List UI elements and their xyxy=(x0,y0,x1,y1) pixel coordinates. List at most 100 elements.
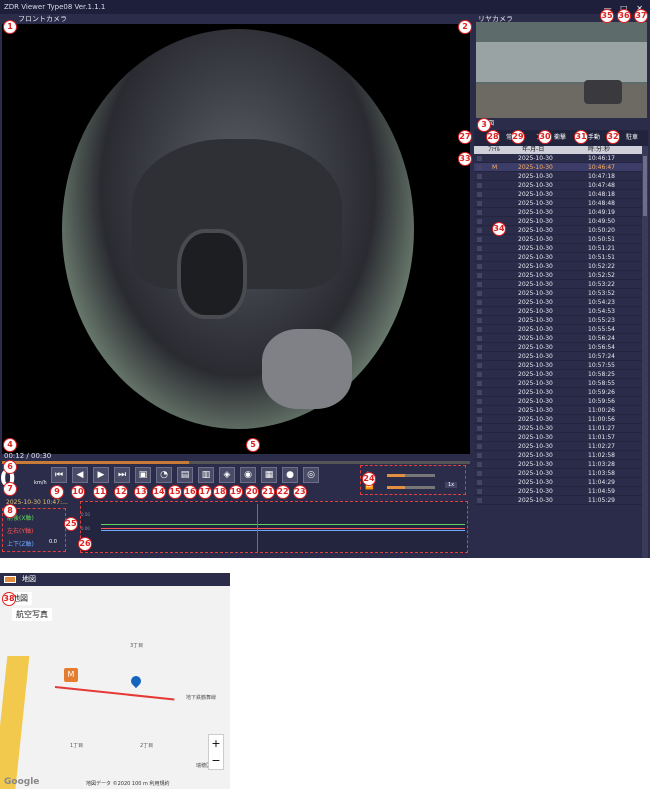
file-row[interactable]: 2025-10-30 10:47:18 xyxy=(474,172,642,181)
gsensor-z[interactable]: 上下(Z軸) xyxy=(7,539,34,548)
file-row[interactable]: 2025-10-30 10:52:52 xyxy=(474,271,642,280)
row-checkbox[interactable] xyxy=(477,435,482,440)
col-date[interactable]: 年-月-日 xyxy=(522,146,544,154)
file-row[interactable]: 2025-10-30 11:05:29 xyxy=(474,496,642,505)
row-checkbox[interactable] xyxy=(477,192,482,197)
row-checkbox[interactable] xyxy=(477,156,482,161)
playback-rate[interactable]: 1x xyxy=(445,482,458,488)
row-checkbox[interactable] xyxy=(477,201,482,206)
filter-impact[interactable]: 衝撃 xyxy=(554,132,566,144)
row-checkbox[interactable] xyxy=(477,426,482,431)
list-scrollbar[interactable] xyxy=(642,146,648,558)
file-row[interactable]: 2025-10-30 10:49:19 xyxy=(474,208,642,217)
frame-back-button[interactable]: ◀ xyxy=(72,467,88,483)
search-button[interactable]: ◔ xyxy=(156,467,172,483)
list-map-toggle[interactable]: 地図 xyxy=(474,118,648,130)
map-type-satellite[interactable]: 航空写真 xyxy=(12,608,52,621)
file-row[interactable]: 2025-10-30 10:59:56 xyxy=(474,397,642,406)
row-checkbox[interactable] xyxy=(477,300,482,305)
row-checkbox[interactable] xyxy=(477,228,482,233)
row-checkbox[interactable] xyxy=(477,363,482,368)
file-row[interactable]: 2025-10-30 11:01:57 xyxy=(474,433,642,442)
file-row[interactable]: 2025-10-30 11:02:27 xyxy=(474,442,642,451)
file-row[interactable]: 2025-10-30 10:54:53 xyxy=(474,307,642,316)
row-checkbox[interactable] xyxy=(477,327,482,332)
row-checkbox[interactable] xyxy=(477,264,482,269)
file-row[interactable]: 2025-10-30 10:51:21 xyxy=(474,244,642,253)
rear-camera-view[interactable] xyxy=(476,22,647,118)
file-row[interactable]: 2025-10-30 10:53:22 xyxy=(474,280,642,289)
save-button[interactable]: ▥ xyxy=(198,467,214,483)
row-checkbox[interactable] xyxy=(477,336,482,341)
file-row[interactable]: 2025-10-30 10:56:24 xyxy=(474,334,642,343)
row-checkbox[interactable] xyxy=(477,408,482,413)
file-row[interactable]: 2025-10-30 10:55:54 xyxy=(474,325,642,334)
file-row[interactable]: 2025-10-30 11:03:28 xyxy=(474,460,642,469)
file-row[interactable]: 2025-10-30 10:51:51 xyxy=(474,253,642,262)
file-row[interactable]: M 2025-10-30 10:46:47 xyxy=(474,163,642,172)
row-checkbox[interactable] xyxy=(477,273,482,278)
row-checkbox[interactable] xyxy=(477,381,482,386)
scroll-thumb[interactable] xyxy=(643,156,647,216)
file-row[interactable]: 2025-10-30 10:57:55 xyxy=(474,361,642,370)
file-row[interactable]: 2025-10-30 10:47:48 xyxy=(474,181,642,190)
row-checkbox[interactable] xyxy=(477,444,482,449)
row-checkbox[interactable] xyxy=(477,489,482,494)
file-row[interactable]: 2025-10-30 11:04:59 xyxy=(474,487,642,496)
row-checkbox[interactable] xyxy=(477,174,482,179)
row-checkbox[interactable] xyxy=(477,246,482,251)
seek-bar[interactable] xyxy=(2,461,470,464)
row-checkbox[interactable] xyxy=(477,390,482,395)
row-checkbox[interactable] xyxy=(477,210,482,215)
row-checkbox[interactable] xyxy=(477,219,482,224)
row-checkbox[interactable] xyxy=(477,471,482,476)
file-row[interactable]: 2025-10-30 11:03:58 xyxy=(474,469,642,478)
volume-track[interactable] xyxy=(405,474,435,477)
file-row[interactable]: 2025-10-30 10:58:55 xyxy=(474,379,642,388)
row-checkbox[interactable] xyxy=(477,309,482,314)
filter-manual[interactable]: 手動 xyxy=(588,132,600,144)
row-checkbox[interactable] xyxy=(477,318,482,323)
file-row[interactable]: 2025-10-30 10:46:17 xyxy=(474,154,642,163)
record-button[interactable]: ● xyxy=(282,467,298,483)
settings-button[interactable]: ▦ xyxy=(261,467,277,483)
row-checkbox[interactable] xyxy=(477,462,482,467)
row-checkbox[interactable] xyxy=(477,345,482,350)
file-row[interactable]: 2025-10-30 10:48:48 xyxy=(474,199,642,208)
row-checkbox[interactable] xyxy=(477,480,482,485)
zoom-button[interactable]: ◉ xyxy=(240,467,256,483)
col-file[interactable]: ﾌｧｲﾙ xyxy=(488,146,500,154)
front-camera-view[interactable] xyxy=(2,24,470,454)
manual-marker[interactable]: M xyxy=(64,668,78,682)
export-button[interactable]: ◈ xyxy=(219,467,235,483)
filter-parking[interactable]: 駐車 xyxy=(626,132,638,144)
file-row[interactable]: 2025-10-30 10:55:23 xyxy=(474,316,642,325)
gsensor-graph[interactable]: 0.50 0.00 -0.50 xyxy=(80,501,468,553)
row-checkbox[interactable] xyxy=(477,291,482,296)
row-checkbox[interactable] xyxy=(477,237,482,242)
row-checkbox[interactable] xyxy=(477,417,482,422)
print-button[interactable]: ▤ xyxy=(177,467,193,483)
snapshot-button[interactable]: ▣ xyxy=(135,467,151,483)
gsensor-y[interactable]: 左右(Y軸) xyxy=(7,526,33,535)
file-row[interactable]: 2025-10-30 10:52:22 xyxy=(474,262,642,271)
row-checkbox[interactable] xyxy=(477,399,482,404)
prev-file-button[interactable]: ⏮ xyxy=(51,467,67,483)
speed-slider[interactable] xyxy=(387,486,405,489)
file-row[interactable]: 2025-10-30 11:00:26 xyxy=(474,406,642,415)
col-time[interactable]: 時:分:秒 xyxy=(588,146,610,154)
file-row[interactable]: 2025-10-30 10:50:51 xyxy=(474,235,642,244)
row-checkbox[interactable] xyxy=(477,372,482,377)
graph-cursor[interactable] xyxy=(257,504,258,552)
row-checkbox[interactable] xyxy=(477,498,482,503)
file-row[interactable]: 2025-10-30 11:04:29 xyxy=(474,478,642,487)
file-row[interactable]: 2025-10-30 10:59:26 xyxy=(474,388,642,397)
file-row[interactable]: 2025-10-30 10:53:52 xyxy=(474,289,642,298)
zoom-control[interactable]: + − xyxy=(208,734,224,770)
row-checkbox[interactable] xyxy=(477,354,482,359)
location-pin-icon[interactable] xyxy=(128,673,144,689)
file-row[interactable]: 2025-10-30 11:00:56 xyxy=(474,415,642,424)
file-row[interactable]: 2025-10-30 11:02:58 xyxy=(474,451,642,460)
row-checkbox[interactable] xyxy=(477,183,482,188)
file-row[interactable]: 2025-10-30 10:58:25 xyxy=(474,370,642,379)
